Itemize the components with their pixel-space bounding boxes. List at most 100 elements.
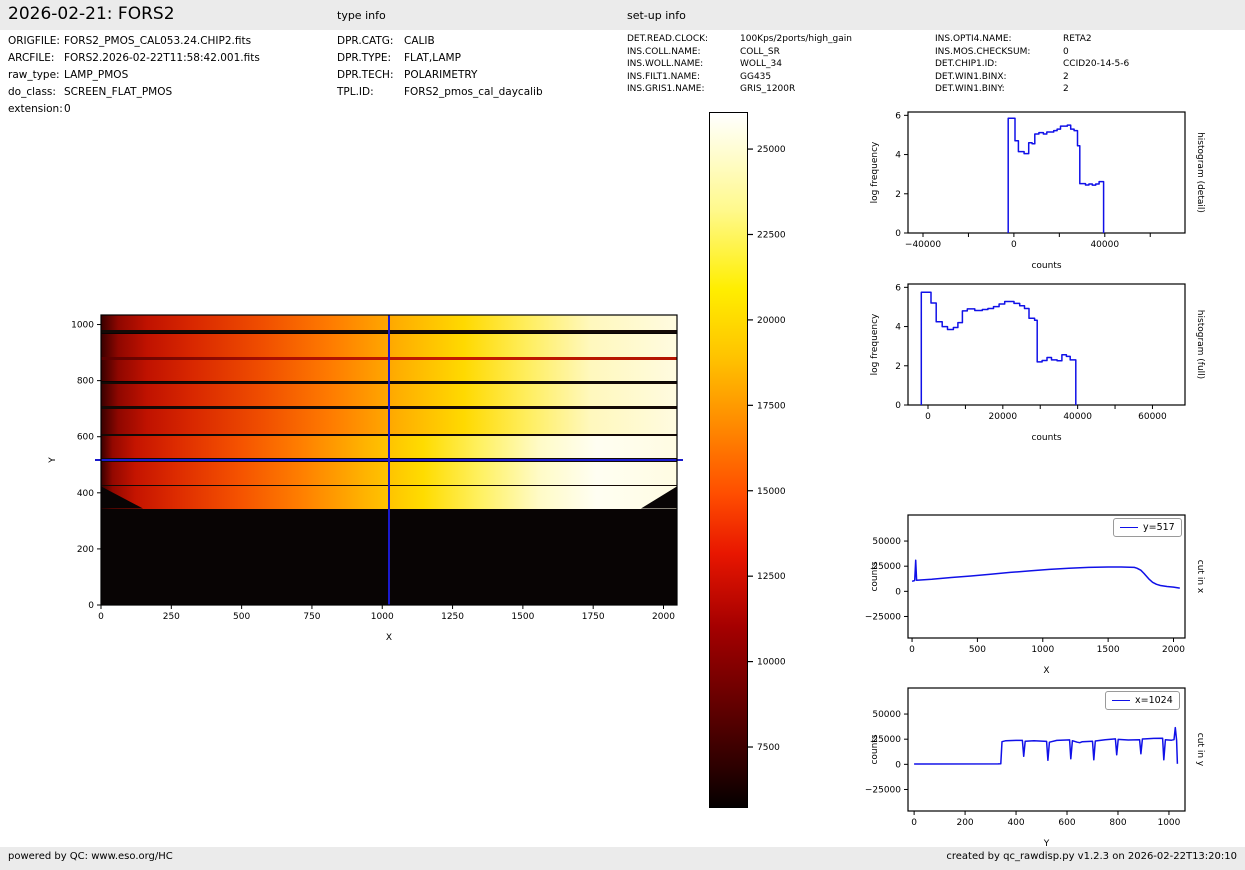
meta-value: POLARIMETRY	[404, 69, 478, 81]
histogram-full-ylabel: log frequency	[870, 313, 880, 375]
meta-value: FORS2_PMOS_CAL053.24.CHIP2.fits	[64, 35, 252, 47]
meta-value: FLAT,LAMP	[404, 52, 461, 64]
colorbar-tick-label: 10000	[757, 658, 786, 668]
page-title: 2026-02-21: FORS2	[8, 4, 175, 24]
x-tick-label: 600	[1058, 818, 1075, 828]
meta-label: INS.FILT1.NAME:	[627, 71, 701, 82]
raw-image-xlabel: X	[386, 633, 392, 643]
x-tick-label: 0	[911, 818, 917, 828]
x-tick-label: 0	[925, 412, 931, 422]
meta-label: INS.WOLL.NAME:	[627, 59, 704, 70]
histogram-full-xlabel: counts	[1031, 433, 1061, 443]
histogram-full-right-label: histogram (full)	[1195, 310, 1205, 379]
histogram-full-series	[920, 291, 1077, 405]
meta-label: ARCFILE:	[8, 52, 55, 64]
meta-row: TPL.ID: FORS2_pmos_cal_daycalib	[337, 84, 543, 101]
y-tick-label: 800	[77, 377, 94, 387]
meta-value: LAMP_PMOS	[64, 69, 129, 81]
y-tick-label: −25000	[865, 785, 901, 795]
x-tick-label: 0	[909, 645, 915, 655]
meta-row: DPR.CATG: CALIB	[337, 33, 543, 50]
legend-cut-in-y: x=1024	[1105, 691, 1180, 710]
y-tick-label: 25000	[872, 562, 901, 572]
meta-value: RETA2	[1063, 34, 1092, 44]
y-tick-label: 0	[895, 229, 901, 239]
footer-left-text: powered by QC: www.eso.org/HC	[8, 851, 173, 862]
x-tick-label: 2000	[1162, 645, 1185, 655]
meta-value: GRIS_1200R	[740, 84, 796, 95]
y-tick-label: 0	[895, 587, 901, 597]
meta-row: raw_type: LAMP_PMOS	[8, 67, 260, 84]
colorbar-tick-label: 25000	[757, 145, 786, 155]
file-metadata-block: ORIGFILE: FORS2_PMOS_CAL053.24.CHIP2.fits…	[8, 33, 260, 118]
legend-line-sample	[1120, 527, 1138, 528]
type-info-block: DPR.CATG: CALIB DPR.TYPE: FLAT,LAMP DPR.TE…	[337, 33, 543, 101]
crosshair-horizontal-line	[95, 459, 683, 461]
meta-row: do_class: SCREEN_FLAT_PMOS	[8, 84, 260, 101]
histogram-detail-series	[1007, 117, 1105, 233]
colorbar-tick-label: 22500	[757, 230, 786, 240]
setup-info-block-1: DET.READ.CLOCK: 100Kps/2ports/high_gain I…	[627, 33, 852, 96]
y-tick-label: 0	[88, 601, 94, 611]
meta-label: ORIGFILE:	[8, 35, 60, 47]
meta-value: COLL_SR	[740, 46, 780, 57]
x-tick-label: 1500	[1097, 645, 1120, 655]
y-tick-label: 400	[77, 489, 94, 499]
cut-in-x-series	[911, 559, 1180, 589]
meta-value: 0	[1063, 46, 1069, 57]
y-tick-label: 6	[895, 111, 901, 121]
colorbar-tick-label: 12500	[757, 572, 786, 582]
y-tick-label: 4	[895, 323, 901, 333]
meta-value: 2	[1063, 71, 1069, 82]
raw-image-display	[95, 315, 683, 605]
legend-cut-in-x: y=517	[1113, 518, 1182, 537]
y-tick-label: 50000	[872, 537, 901, 547]
meta-value: 2	[1063, 84, 1069, 95]
y-tick-label: 600	[77, 433, 94, 443]
type-info-heading: type info	[337, 9, 386, 22]
y-tick-label: 6	[895, 283, 901, 293]
y-tick-label: 0	[895, 401, 901, 411]
x-tick-label: 500	[969, 645, 986, 655]
histogram-detail-frame	[907, 111, 1186, 234]
qc-report-page: 2026-02-21: FORS2 type info set-up info …	[0, 0, 1245, 870]
x-tick-label: 1750	[582, 612, 605, 622]
meta-label: DET.READ.CLOCK:	[627, 34, 709, 44]
meta-label: DET.WIN1.BINY:	[935, 84, 1005, 95]
x-tick-label: 500	[233, 612, 250, 622]
legend-label: x=1024	[1135, 695, 1173, 706]
y-tick-label: 2	[895, 362, 901, 372]
x-tick-label: 1250	[441, 612, 464, 622]
x-tick-label: 1000	[1031, 645, 1054, 655]
y-tick-label: 1000	[71, 321, 94, 331]
x-tick-label: 1000	[1157, 818, 1180, 828]
histogram-detail-right-label: histogram (detail)	[1195, 132, 1205, 213]
meta-label: INS.OPTI4.NAME:	[935, 34, 1012, 44]
meta-row: ORIGFILE: FORS2_PMOS_CAL053.24.CHIP2.fits	[8, 33, 260, 50]
x-tick-label: 40000	[1090, 240, 1119, 250]
meta-row: DET.WIN1.BINX: 2	[935, 71, 1129, 84]
x-tick-label: 20000	[989, 412, 1018, 422]
setup-info-block-2: INS.OPTI4.NAME: RETA2 INS.MOS.CHECKSUM: 0 …	[935, 33, 1129, 96]
x-tick-label: 0	[98, 612, 104, 622]
colorbar-tick-label: 17500	[757, 401, 786, 411]
meta-row: DET.READ.CLOCK: 100Kps/2ports/high_gain	[627, 33, 852, 46]
footer-right-text: created by qc_rawdisp.py v1.2.3 on 2026-…	[946, 851, 1237, 862]
meta-row: DET.WIN1.BINY: 2	[935, 83, 1129, 96]
meta-row: INS.WOLL.NAME: WOLL_34	[627, 58, 852, 71]
cut-in-x-xlabel: X	[1043, 666, 1049, 676]
legend-label: y=517	[1143, 522, 1175, 533]
meta-value: CALIB	[404, 35, 435, 47]
meta-row: INS.FILT1.NAME: GG435	[627, 71, 852, 84]
meta-value: CCID20-14-5-6	[1063, 59, 1130, 70]
cut-in-y-ylabel: counts	[870, 734, 880, 764]
cut-in-y-series	[914, 726, 1179, 765]
meta-label: TPL.ID:	[337, 86, 374, 98]
y-tick-label: 0	[895, 760, 901, 770]
histogram-full-frame	[907, 283, 1186, 406]
x-tick-label: 1000	[371, 612, 394, 622]
meta-row: DET.CHIP1.ID: CCID20-14-5-6	[935, 58, 1129, 71]
meta-value: FORS2.2026-02-22T11:58:42.001.fits	[64, 52, 260, 64]
meta-value: WOLL_34	[740, 59, 782, 70]
meta-label: raw_type:	[8, 69, 60, 81]
